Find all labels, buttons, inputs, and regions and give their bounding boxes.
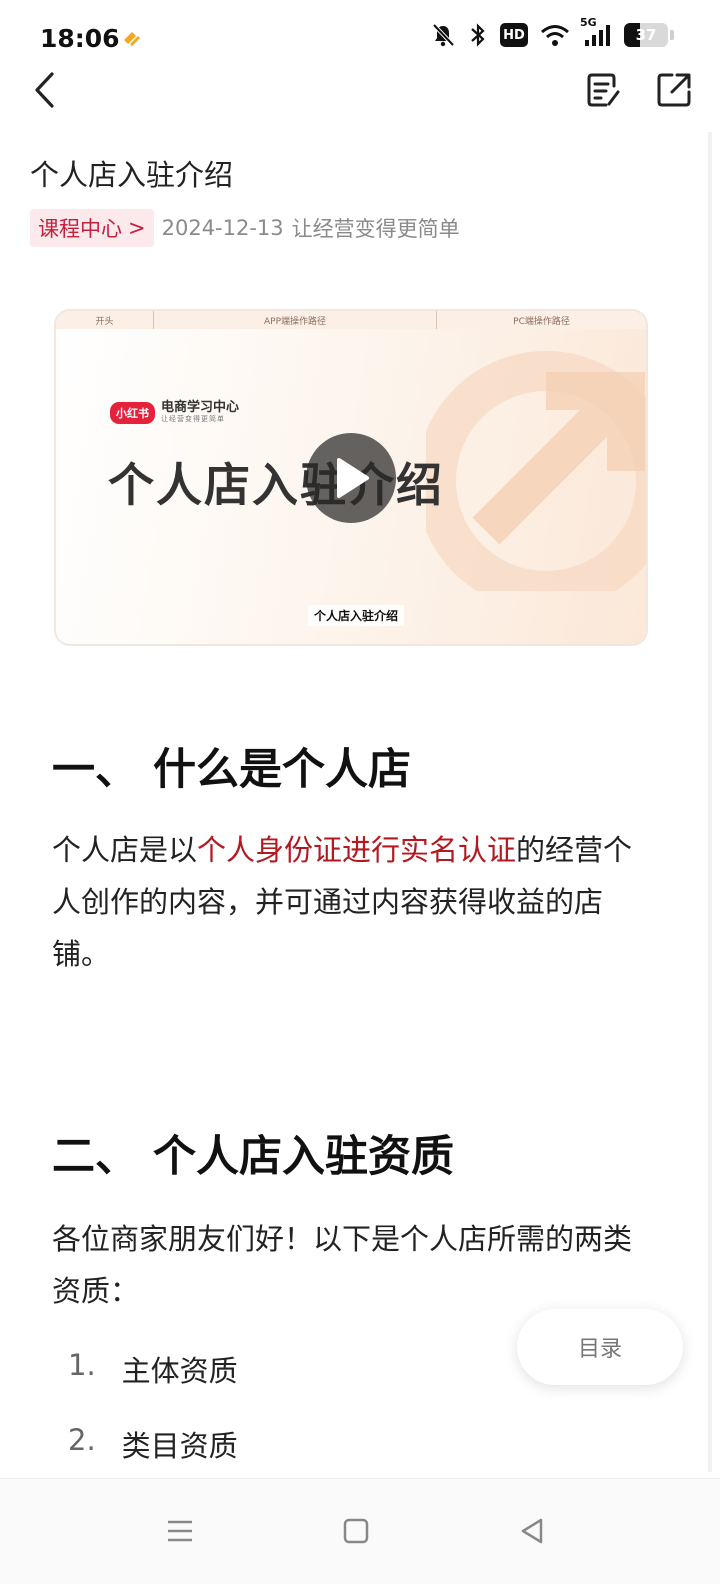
arrow-decoration-icon: [426, 351, 646, 591]
article-date: 2024-12-13: [161, 216, 284, 240]
play-button[interactable]: [306, 433, 396, 523]
video-chapter-bar: 开头 APP端操作路径 PC端操作路径: [56, 311, 646, 329]
course-center-label: 课程中心: [38, 217, 122, 241]
list-label: 类目资质: [121, 1429, 238, 1463]
home-square-icon: [343, 1518, 369, 1544]
back-arrow-icon: [35, 72, 54, 108]
share-icon: [657, 73, 691, 107]
brand-subtitle: 让经营变得更简单: [161, 415, 225, 423]
notes-button[interactable]: [584, 70, 624, 110]
nav-bar: [0, 62, 720, 122]
battery-level: 37: [635, 26, 657, 44]
brand-logo: 小红书: [110, 401, 155, 424]
article-meta: 课程中心 > 2024-12-13 让经营变得更简单: [30, 209, 460, 247]
status-icons: HD 5G 37: [430, 16, 674, 48]
video-brand: 小红书 电商学习中心 让经营变得更简单: [110, 401, 239, 424]
video-chapter-tab[interactable]: 开头: [56, 311, 154, 329]
menu-icon: [168, 1520, 192, 1542]
article-slogan: 让经营变得更简单: [291, 217, 460, 241]
home-button[interactable]: [334, 1509, 378, 1553]
paragraph-text: 个人店是以: [52, 833, 198, 867]
system-back-button[interactable]: [510, 1509, 554, 1553]
back-button[interactable]: [26, 68, 62, 112]
battery-cap: [670, 30, 674, 40]
video-caption: 个人店入驻介绍: [308, 605, 405, 626]
video-chapter-tab[interactable]: APP端操作路径: [154, 311, 437, 329]
back-triangle-icon: [521, 1518, 543, 1544]
page: 18:06 HD 5G 37 个人店入驻介绍 课程中心 > 2024-12-13…: [0, 0, 720, 1584]
brand-name: 电商学习中心: [161, 400, 240, 415]
network-label: 5G: [580, 16, 597, 29]
section-heading: 一、 什么是个人店: [52, 745, 411, 795]
highlighted-text: 个人身份证进行实名认证: [197, 833, 517, 867]
app-notification-icon: [124, 32, 140, 46]
list-number: 2.: [68, 1423, 96, 1457]
list-item: 1. 主体资质: [68, 1348, 238, 1390]
list-number: 1.: [68, 1348, 96, 1382]
scrollbar[interactable]: [708, 132, 712, 1472]
toc-button[interactable]: 目录: [517, 1309, 683, 1385]
signal-icon: 5G: [580, 16, 612, 48]
status-time: 18:06: [40, 24, 120, 53]
article-title: 个人店入驻介绍: [30, 158, 234, 192]
bluetooth-icon: [471, 23, 485, 47]
chevron-right-icon: >: [128, 216, 146, 240]
recent-apps-button[interactable]: [158, 1509, 202, 1553]
system-nav-bar: [0, 1478, 720, 1584]
mute-icon: [432, 23, 455, 47]
section-paragraph: 各位商家朋友们好！以下是个人店所需的两类资质：: [52, 1222, 633, 1308]
notes-icon: [587, 73, 620, 107]
video-player[interactable]: 开头 APP端操作路径 PC端操作路径 小红书 电商学习中心 让经营变得更简单 …: [56, 311, 646, 644]
list-label: 主体资质: [121, 1354, 238, 1388]
wifi-icon: [541, 25, 569, 46]
play-icon: [337, 458, 369, 498]
list-item: 2. 类目资质: [68, 1423, 238, 1465]
section-paragraph: 个人店是以个人身份证进行实名认证的经营个人创作的内容，并可通过内容获得收益的店铺…: [52, 824, 656, 980]
share-button[interactable]: [654, 70, 694, 110]
section-heading: 二、 个人店入驻资质: [52, 1132, 454, 1182]
battery-icon: 37: [624, 23, 668, 47]
course-center-tag[interactable]: 课程中心 >: [30, 209, 154, 247]
video-chapter-tab[interactable]: PC端操作路径: [437, 311, 646, 329]
hd-icon: HD: [500, 23, 528, 47]
